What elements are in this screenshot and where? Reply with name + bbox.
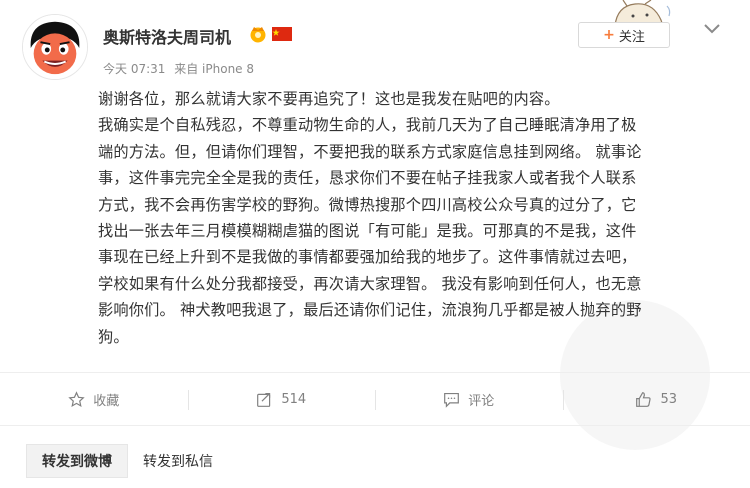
like-button[interactable]: 53 — [562, 373, 750, 425]
chevron-down-icon[interactable] — [702, 20, 722, 36]
content-line: 端的方法。但，但请你们理智，不要把我的联系方式家庭信息挂到网络。 就事论 — [98, 142, 642, 161]
repost-icon — [257, 392, 271, 407]
post-meta: 今天 07:31 来自 iPhone 8 — [103, 60, 259, 77]
like-count: 53 — [660, 391, 678, 407]
favorite-label: 收藏 — [93, 393, 120, 409]
thumbs-up-icon — [636, 391, 652, 407]
follow-label: 关注 — [618, 29, 645, 45]
tab-repost-private[interactable]: 转发到私信 — [128, 444, 228, 478]
favorite-button[interactable]: 收藏 — [0, 373, 188, 425]
tab-repost-weibo[interactable]: 转发到微博 — [26, 444, 128, 478]
post-source: 来自 iPhone 8 — [174, 62, 255, 76]
comment-label: 评论 — [468, 393, 495, 409]
post-content: 谢谢各位，那么就请大家不要再追究了！这也是我发在贴吧的内容。 我确实是个自私残忍… — [98, 86, 728, 350]
vip-icon — [248, 25, 268, 43]
content-line: 影响你们。 神犬教吧我退了，最后还请你们记住，流浪狗几乎都是被人抛弃的野 — [98, 301, 642, 320]
avatar-cartoon-icon — [23, 15, 87, 79]
content-line: 谢谢各位，那么就请大家不要再追究了！这也是我发在贴吧的内容。 — [98, 90, 560, 108]
share-tabs: 转发到微博 转发到私信 — [26, 444, 228, 478]
content-line: 事现在已经上升到不是我做的事情都要强加给我的地步了。这件事情就过去吧， — [98, 248, 637, 267]
plus-icon: + — [603, 27, 615, 43]
username[interactable]: 奥斯特洛夫周司机 — [103, 24, 231, 48]
star-icon — [68, 390, 85, 407]
content-line: 狗。 — [98, 327, 129, 346]
content-line: 方式，我不会再伤害学校的野狗。微博热搜那个四川高校公众号真的过分了，它 — [98, 195, 637, 214]
repost-count: 514 — [281, 391, 307, 407]
content-line: 事，这件事完完全全是我的责任，恳求你们不要在帖子挂我家人或者我个人联系 — [98, 169, 637, 188]
weibo-post: 奥斯特洛夫周司机 今天 07:31 来自 iPhone 8 + 关注 谢谢各位，… — [0, 0, 750, 488]
action-bar: 收藏 514 评论 53 — [0, 372, 750, 426]
content-line: 找出一张去年三月模模糊糊虐猫的图说「有可能」是我。可那真的不是我，这件 — [98, 222, 637, 241]
content-line: 学校如果有什么处分我都接受，再次请大家理智。 我没有影响到任何人，也无意 — [98, 274, 642, 293]
repost-button[interactable]: 514 — [187, 373, 376, 425]
china-flag-icon — [272, 27, 292, 41]
avatar[interactable] — [22, 14, 88, 80]
content-line: 我确实是个自私残忍，不尊重动物生命的人，我前几天为了自己睡眠清净用了极 — [98, 116, 637, 135]
comment-icon — [444, 392, 460, 408]
post-time[interactable]: 今天 07:31 — [103, 62, 165, 76]
comment-button[interactable]: 评论 — [375, 373, 563, 425]
follow-button[interactable]: + 关注 — [578, 22, 670, 48]
